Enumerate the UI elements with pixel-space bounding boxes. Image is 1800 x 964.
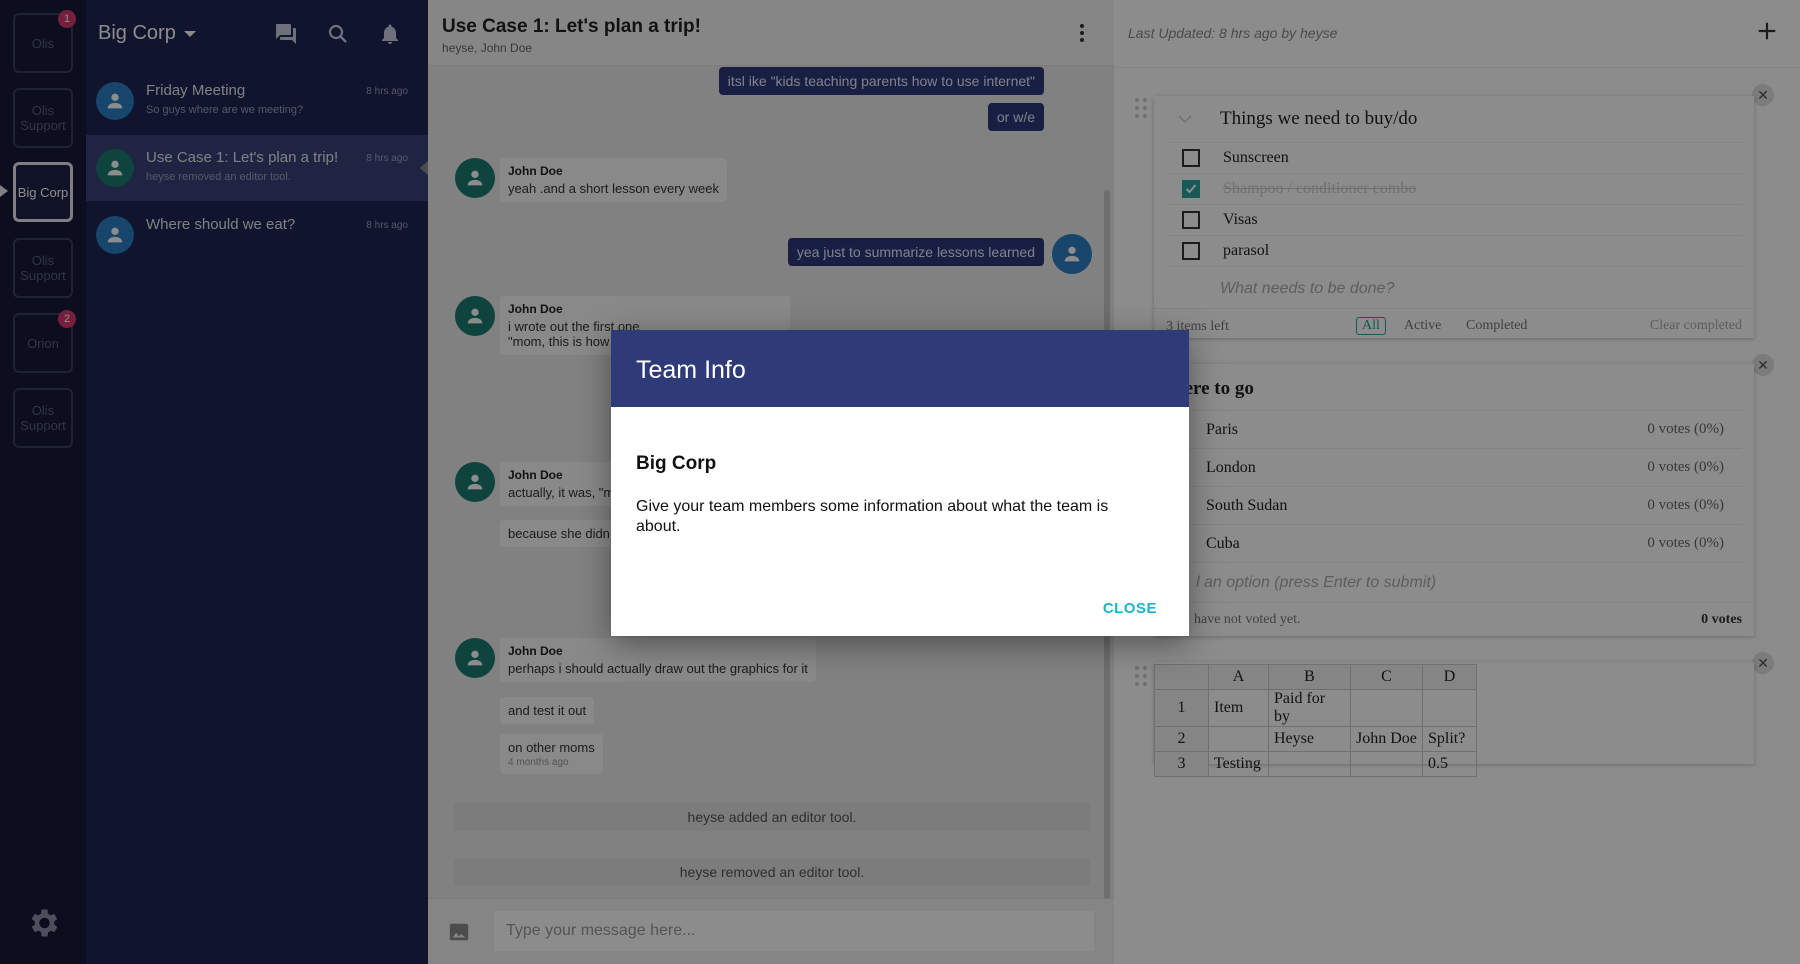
dialog-title: Team Info bbox=[636, 356, 746, 384]
dialog-header: Team Info bbox=[611, 330, 1189, 407]
dialog-team-name: Big Corp bbox=[636, 453, 717, 474]
team-info-dialog: Team Info Big Corp Give your team member… bbox=[611, 330, 1189, 636]
dialog-description: Give your team members some information … bbox=[636, 498, 1109, 535]
close-button[interactable]: CLOSE bbox=[1103, 600, 1157, 617]
